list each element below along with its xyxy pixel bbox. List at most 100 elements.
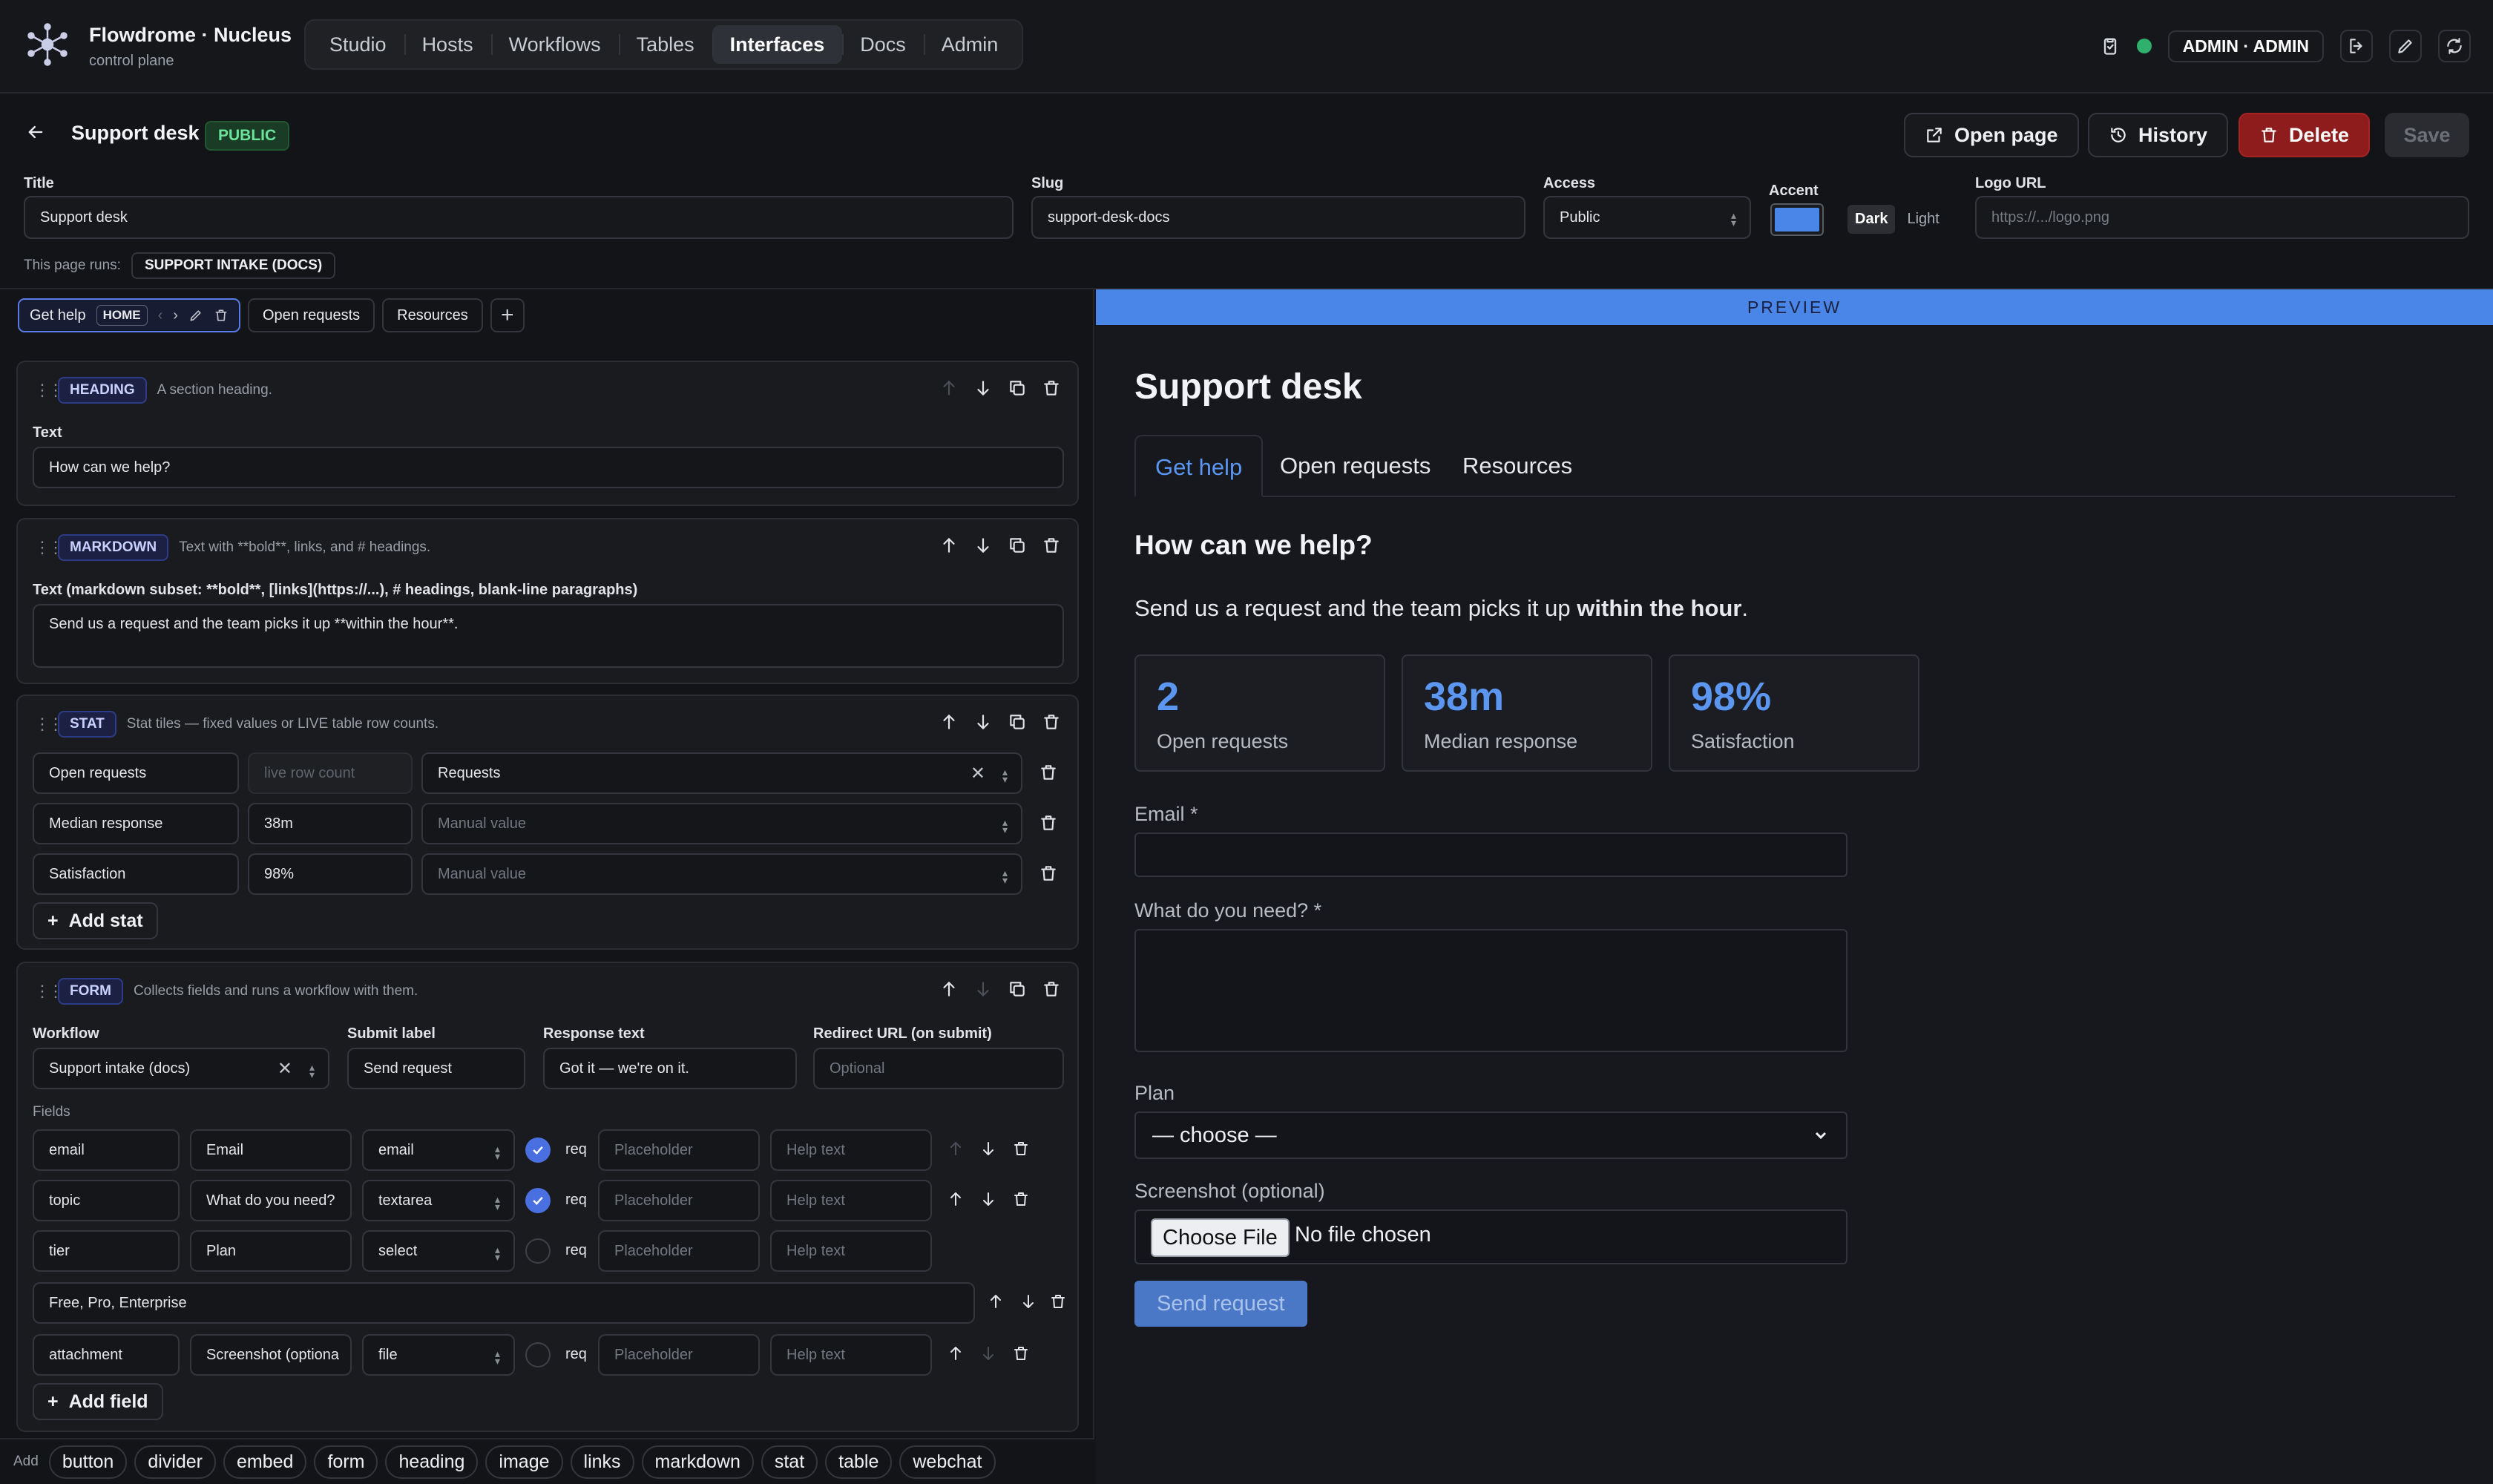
- add-webchat-block[interactable]: webchat: [899, 1445, 996, 1479]
- move-up-icon[interactable]: [947, 1190, 965, 1208]
- choose-file-button[interactable]: Choose File: [1151, 1218, 1290, 1257]
- drag-handle-icon[interactable]: ⋮⋮: [34, 539, 64, 556]
- user-badge[interactable]: ADMIN · ADMIN: [2167, 30, 2324, 62]
- preview-tab-resources[interactable]: Resources: [1443, 435, 1592, 497]
- clear-x-icon[interactable]: ✕: [277, 1058, 292, 1080]
- stat-source-select[interactable]: Requests ✕ ▴ ▾: [421, 752, 1022, 794]
- field-help-input[interactable]: Help text: [770, 1180, 932, 1221]
- theme-light-option[interactable]: Light: [1899, 205, 1946, 234]
- move-down-icon[interactable]: [973, 378, 993, 398]
- logo-url-input[interactable]: https://.../logo.png: [1975, 196, 2469, 239]
- preview-tab-open-requests[interactable]: Open requests: [1261, 435, 1450, 497]
- add-button-block[interactable]: button: [48, 1445, 128, 1479]
- rename-tab-icon[interactable]: [188, 308, 203, 323]
- slug-input[interactable]: support-desk-docs: [1031, 196, 1525, 239]
- trash-icon[interactable]: [1042, 378, 1061, 398]
- stat-label-input[interactable]: Open requests: [33, 752, 239, 794]
- move-up-icon[interactable]: [939, 979, 959, 999]
- field-placeholder-input[interactable]: Placeholder: [598, 1230, 760, 1272]
- theme-dark-option[interactable]: Dark: [1847, 205, 1896, 234]
- stat-label-input[interactable]: Median response: [33, 803, 239, 844]
- clipboard-icon[interactable]: [2100, 36, 2121, 56]
- field-help-input[interactable]: Help text: [770, 1129, 932, 1171]
- move-down-icon[interactable]: [973, 536, 993, 555]
- tab-resources[interactable]: Resources: [382, 298, 483, 332]
- preview-plan-select[interactable]: — choose —: [1134, 1112, 1847, 1159]
- field-help-input[interactable]: Help text: [770, 1334, 932, 1376]
- add-embed-block[interactable]: embed: [223, 1445, 307, 1479]
- add-form-block[interactable]: form: [314, 1445, 378, 1479]
- field-key-input[interactable]: tier: [33, 1230, 180, 1272]
- add-image-block[interactable]: image: [485, 1445, 563, 1479]
- required-checkbox[interactable]: [525, 1238, 551, 1264]
- required-checkbox[interactable]: [525, 1342, 551, 1368]
- response-text-input[interactable]: Got it — we're on it.: [543, 1048, 797, 1089]
- field-placeholder-input[interactable]: Placeholder: [598, 1180, 760, 1221]
- field-key-input[interactable]: email: [33, 1129, 180, 1171]
- duplicate-icon[interactable]: [1008, 712, 1027, 732]
- trash-icon[interactable]: [1012, 1190, 1030, 1208]
- open-page-button[interactable]: Open page: [1904, 113, 2079, 157]
- move-down-icon[interactable]: [979, 1190, 997, 1208]
- access-select[interactable]: Public ▴ ▾: [1543, 196, 1751, 239]
- logout-icon[interactable]: [2340, 30, 2373, 62]
- runs-workflow-badge[interactable]: SUPPORT INTAKE (DOCS): [131, 252, 336, 279]
- add-markdown-block[interactable]: markdown: [641, 1445, 754, 1479]
- move-up-icon[interactable]: [947, 1140, 965, 1158]
- field-type-select[interactable]: textarea ▴ ▾: [362, 1180, 515, 1221]
- duplicate-icon[interactable]: [1008, 979, 1027, 999]
- add-heading-block[interactable]: heading: [385, 1445, 479, 1479]
- move-up-icon[interactable]: [939, 378, 959, 398]
- nav-admin[interactable]: Admin: [923, 25, 1016, 64]
- stat-label-input[interactable]: Satisfaction: [33, 853, 239, 895]
- field-type-select[interactable]: select ▴ ▾: [362, 1230, 515, 1272]
- move-up-icon[interactable]: [939, 536, 959, 555]
- edit-pen-icon[interactable]: [2389, 30, 2422, 62]
- trash-icon[interactable]: [1049, 1293, 1067, 1310]
- required-checkbox[interactable]: [525, 1188, 551, 1213]
- field-label-input[interactable]: Plan: [190, 1230, 352, 1272]
- add-divider-block[interactable]: divider: [134, 1445, 216, 1479]
- redirect-url-input[interactable]: Optional: [813, 1048, 1064, 1089]
- add-field-button[interactable]: + Add field: [33, 1383, 163, 1420]
- add-stat-block[interactable]: stat: [761, 1445, 818, 1479]
- move-down-icon[interactable]: [1019, 1293, 1037, 1310]
- history-button[interactable]: History: [2088, 113, 2229, 157]
- preview-need-textarea[interactable]: [1134, 929, 1847, 1052]
- title-input[interactable]: Support desk: [24, 196, 1014, 239]
- stat-source-select[interactable]: Manual value ▴ ▾: [421, 803, 1022, 844]
- preview-email-input[interactable]: [1134, 833, 1847, 877]
- trash-icon[interactable]: [1012, 1140, 1030, 1158]
- add-links-block[interactable]: links: [570, 1445, 634, 1479]
- trash-icon[interactable]: [1042, 979, 1061, 999]
- trash-icon[interactable]: [1042, 536, 1061, 555]
- required-checkbox[interactable]: [525, 1137, 551, 1163]
- field-options-input[interactable]: Free, Pro, Enterprise: [33, 1282, 975, 1324]
- field-help-input[interactable]: Help text: [770, 1230, 932, 1272]
- trash-icon[interactable]: [1039, 763, 1058, 782]
- stat-value-input[interactable]: 98%: [248, 853, 413, 895]
- preview-tab-get-help[interactable]: Get help: [1134, 435, 1264, 497]
- move-down-icon[interactable]: [979, 1140, 997, 1158]
- trash-icon[interactable]: [1042, 712, 1061, 732]
- field-label-input[interactable]: Screenshot (optiona: [190, 1334, 352, 1376]
- delete-button[interactable]: Delete: [2239, 113, 2371, 157]
- field-type-select[interactable]: email ▴ ▾: [362, 1129, 515, 1171]
- move-down-icon[interactable]: [973, 979, 993, 999]
- field-placeholder-input[interactable]: Placeholder: [598, 1129, 760, 1171]
- move-up-icon[interactable]: [947, 1345, 965, 1362]
- field-type-select[interactable]: file ▴ ▾: [362, 1334, 515, 1376]
- trash-icon[interactable]: [1039, 813, 1058, 833]
- heading-text-input[interactable]: How can we help?: [33, 447, 1064, 488]
- delete-tab-icon[interactable]: [214, 308, 229, 323]
- save-button[interactable]: Save: [2385, 113, 2469, 157]
- nav-workflows[interactable]: Workflows: [490, 25, 619, 64]
- stat-source-select[interactable]: Manual value ▴ ▾: [421, 853, 1022, 895]
- stat-value-input[interactable]: 38m: [248, 803, 413, 844]
- tab-get-help[interactable]: Get help HOME ‹ ›: [18, 298, 240, 332]
- clear-x-icon[interactable]: ✕: [970, 763, 985, 784]
- field-key-input[interactable]: attachment: [33, 1334, 180, 1376]
- nav-tables[interactable]: Tables: [618, 25, 712, 64]
- logo-icon[interactable]: [25, 22, 70, 67]
- nav-studio[interactable]: Studio: [312, 25, 404, 64]
